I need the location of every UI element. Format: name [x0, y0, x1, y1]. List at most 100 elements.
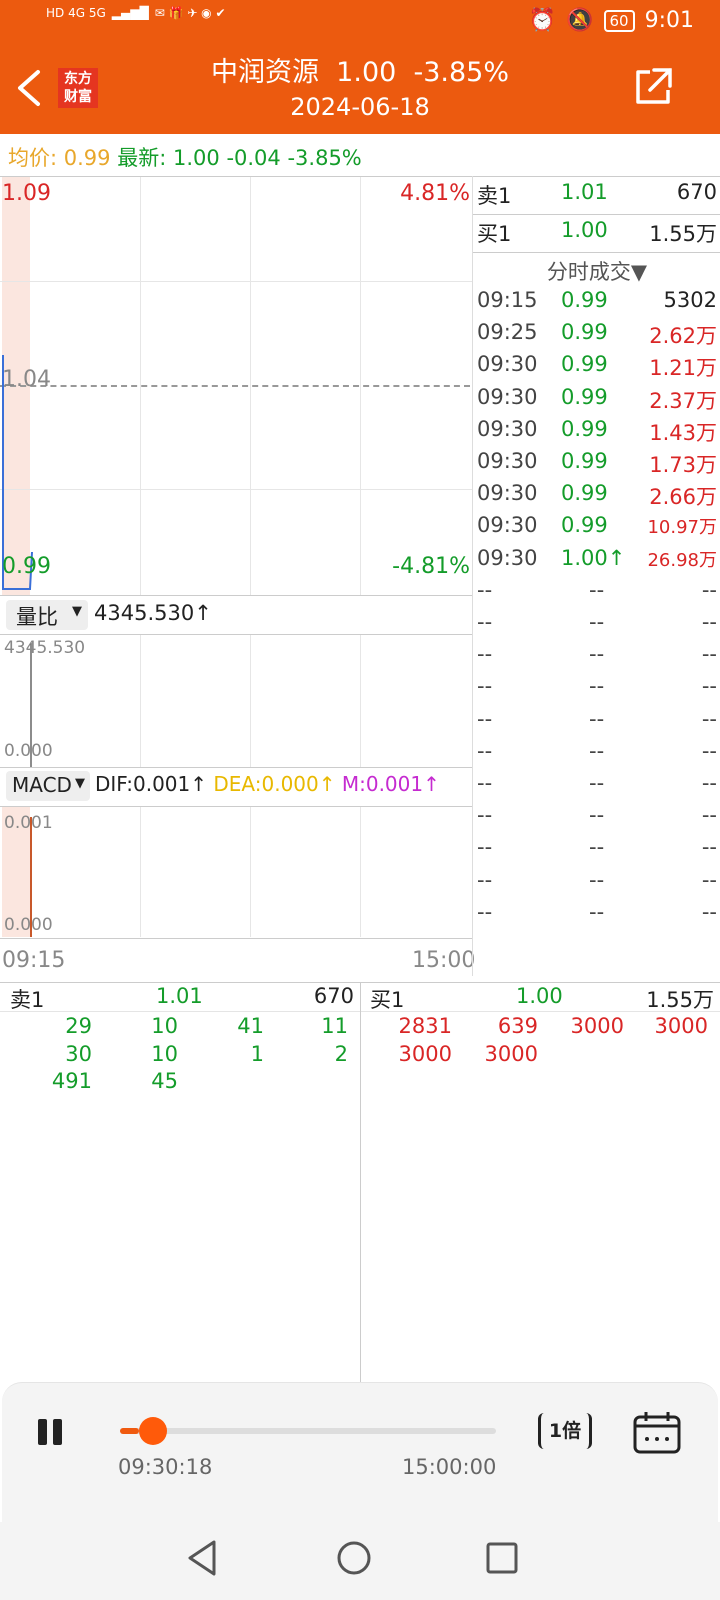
trade-row: -- -- --: [477, 803, 717, 835]
top-price-label: 1.09: [2, 181, 51, 206]
volume-ratio-selector[interactable]: 量比 ▼: [6, 600, 88, 630]
macd-top-label: 0.001: [4, 813, 53, 833]
app-header: HD 4G 5G ▂▄▆█ ✉ 🎁 ✈ ◉ ✔ ⏰ 🔕 60 9:01 东方 财…: [0, 0, 720, 134]
price-summary: 均价: 0.99 最新: 1.00 -0.04 -3.85%: [8, 142, 362, 172]
trade-row: -- -- --: [477, 771, 717, 803]
change-pct: -3.85%: [287, 146, 362, 170]
trade-volume: --: [701, 642, 717, 667]
trade-row: -- -- --: [477, 739, 717, 771]
trade-volume: --: [701, 835, 717, 860]
trade-row: -- -- --: [477, 610, 717, 642]
trades-title[interactable]: 分时成交▼: [473, 256, 720, 286]
progress-knob[interactable]: [139, 1417, 168, 1445]
nav-recents-icon[interactable]: [486, 1542, 518, 1574]
sell1-row: 卖1 1.01 670: [477, 180, 717, 208]
macd-values: DIF:0.001↑ DEA:0.000↑ M:0.001↑: [95, 772, 440, 796]
trade-price: 0.99: [561, 320, 608, 345]
trade-time: --: [477, 642, 493, 667]
vr-bottom-label: 0.000: [4, 741, 53, 761]
queue-order: 491: [51, 1069, 92, 1093]
queue-order: 41: [237, 1014, 264, 1038]
mid-price-label: 1.04: [2, 367, 51, 392]
trade-row: 09:30 0.99 1.73万: [477, 449, 717, 481]
trade-time: --: [477, 771, 493, 795]
trade-price: --: [589, 577, 605, 602]
latest-value: 1.00: [172, 146, 220, 170]
trade-volume: 2.37万: [649, 388, 717, 413]
queue-order: 3000: [654, 1014, 708, 1038]
queue-order: 10: [151, 1041, 178, 1066]
trade-time: --: [477, 899, 493, 924]
trade-volume: --: [701, 610, 717, 634]
trade-time: --: [477, 803, 493, 828]
queue-buy-header: 买1 1.00 1.55万: [370, 984, 714, 1012]
alarm-icon: ⏰: [528, 8, 557, 33]
queue-order: 10: [151, 1014, 178, 1038]
trade-volume: 1.21万: [649, 356, 717, 381]
time-axis-start: 09:15: [2, 948, 66, 973]
signal-icon: ▂▄▆█: [111, 6, 149, 20]
progress-track[interactable]: [120, 1428, 496, 1434]
stock-title: 中润资源 1.00 -3.85%: [211, 57, 509, 88]
macd-line: [30, 817, 32, 937]
trade-price: 1.00↑: [561, 545, 626, 570]
trade-volume: --: [701, 706, 717, 731]
trade-row: -- -- --: [477, 835, 717, 867]
queue-divider: [360, 982, 361, 1382]
trade-volume: --: [701, 771, 717, 795]
trade-price: 0.99: [561, 384, 608, 409]
trade-volume: --: [701, 803, 717, 828]
vr-top-label: 4345.530: [4, 638, 86, 658]
queue-order: 30: [65, 1041, 92, 1066]
trade-time: --: [477, 577, 493, 602]
trade-time: --: [477, 674, 493, 699]
status-bar-left: HD 4G 5G ▂▄▆█ ✉ 🎁 ✈ ◉ ✔: [46, 6, 226, 20]
trade-time: 09:30: [477, 449, 538, 473]
buy1-row: 买1 1.00 1.55万: [477, 218, 717, 246]
avg-value: 0.99: [63, 146, 111, 170]
macd-chart[interactable]: 0.001 0.000: [0, 807, 472, 937]
trade-volume: 1.73万: [649, 453, 717, 477]
trade-row: 09:30 0.99 1.43万: [477, 417, 717, 449]
queue-order: 11: [321, 1014, 348, 1038]
queue-order: 3000: [570, 1014, 624, 1038]
bottom-pct-label: -4.81%: [392, 554, 470, 579]
pause-icon[interactable]: [36, 1417, 66, 1447]
trade-volume: 2.62万: [649, 324, 717, 349]
trade-time: 09:30: [477, 545, 538, 570]
trade-price: --: [589, 738, 605, 763]
trade-volume: --: [701, 738, 717, 763]
trade-price: --: [589, 899, 605, 924]
trade-price: 0.99: [561, 288, 608, 312]
trade-volume: --: [701, 577, 717, 602]
trade-price: 0.99: [561, 513, 608, 538]
battery-icon: 60: [603, 9, 635, 32]
nav-back-icon[interactable]: [186, 1540, 218, 1576]
trade-row: 09:30 0.99 10.97万: [477, 513, 717, 545]
volume-ratio-chart[interactable]: 4345.530 0.000: [0, 635, 472, 767]
dea-value: DEA:0.000↑: [213, 772, 336, 796]
nav-home-icon[interactable]: [336, 1540, 372, 1576]
intraday-price-chart[interactable]: 1.09 4.81% 1.04 0.99 -4.81%: [0, 177, 472, 595]
share-icon[interactable]: [632, 66, 674, 108]
trade-row: -- -- --: [477, 707, 717, 739]
trade-price: --: [589, 771, 605, 795]
signal-text: HD 4G 5G: [46, 6, 106, 20]
dif-value: DIF:0.001↑: [95, 772, 208, 796]
queue-sell-header: 卖1 1.01 670: [10, 984, 354, 1012]
trade-price: --: [589, 867, 605, 892]
queue-order: 2831: [398, 1014, 452, 1038]
trade-row: -- -- --: [477, 900, 717, 932]
latest-label: 最新:: [117, 146, 167, 170]
trade-time: 09:30: [477, 513, 538, 538]
trade-row: -- -- --: [477, 642, 717, 674]
volume-ratio-value: 4345.530↑: [94, 601, 212, 625]
trade-volume: 1.43万: [649, 420, 717, 445]
trade-price: --: [589, 803, 605, 828]
speed-button[interactable]: 1倍: [538, 1413, 592, 1449]
macd-selector[interactable]: MACD ▼: [6, 771, 90, 801]
system-nav-bar: [0, 1522, 720, 1600]
trade-time: --: [477, 610, 493, 634]
avg-label: 均价:: [8, 146, 58, 170]
calendar-icon[interactable]: [632, 1411, 682, 1455]
